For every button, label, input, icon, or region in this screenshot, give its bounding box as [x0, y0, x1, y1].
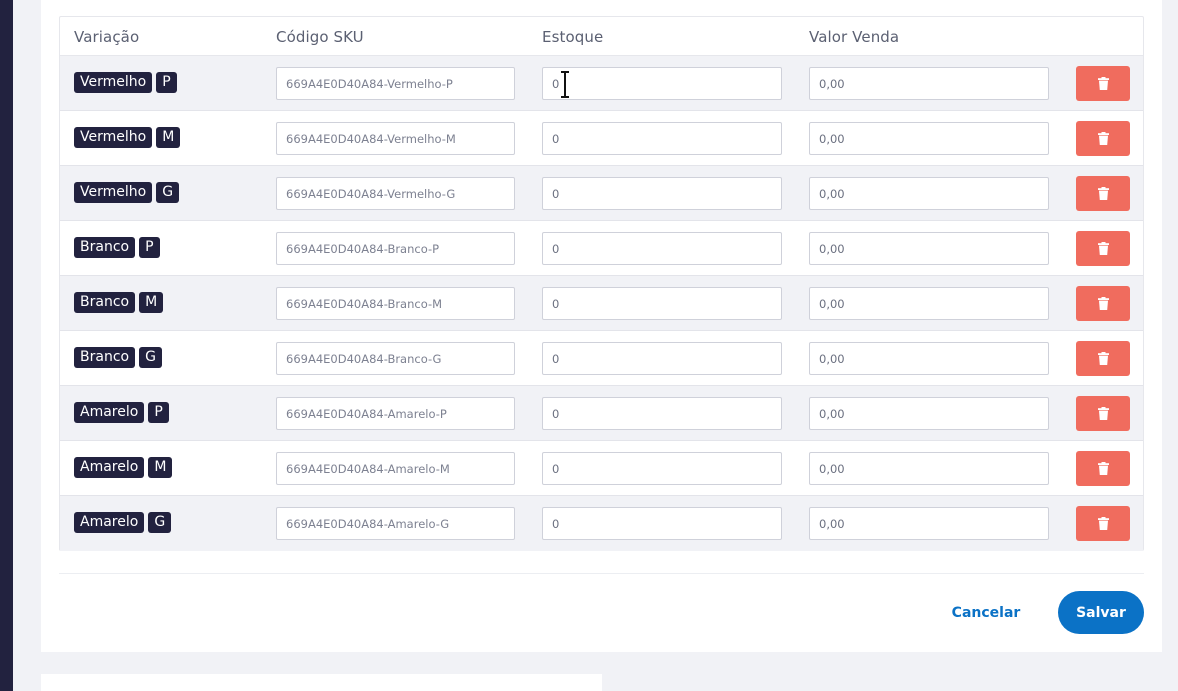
- sku-input[interactable]: [276, 287, 515, 320]
- variation-badges: Vermelho G: [74, 182, 180, 203]
- sku-input[interactable]: [276, 177, 515, 210]
- table-row: Branco G: [60, 331, 1143, 386]
- header-stock: Estoque: [542, 28, 604, 46]
- cancel-button[interactable]: Cancelar: [941, 601, 1031, 625]
- price-input[interactable]: [809, 122, 1049, 155]
- price-input[interactable]: [809, 342, 1049, 375]
- delete-variation-button[interactable]: [1076, 506, 1130, 541]
- color-badge: Vermelho: [74, 127, 153, 148]
- color-badge: Branco: [74, 347, 136, 368]
- variation-badges: Vermelho P: [74, 72, 177, 93]
- save-button[interactable]: Salvar: [1058, 591, 1144, 634]
- table-row: Branco P: [60, 221, 1143, 276]
- sku-input[interactable]: [276, 67, 515, 100]
- trash-icon: [1097, 407, 1109, 420]
- variation-badges: Amarelo M: [74, 457, 173, 478]
- price-input[interactable]: [809, 287, 1049, 320]
- table-row: Amarelo P: [60, 386, 1143, 441]
- header-sku: Código SKU: [276, 28, 364, 46]
- stock-input[interactable]: [542, 287, 782, 320]
- table-row: Amarelo G: [60, 496, 1143, 551]
- trash-icon: [1097, 297, 1109, 310]
- variation-badges: Amarelo G: [74, 512, 172, 533]
- table-row: Amarelo M: [60, 441, 1143, 496]
- size-badge: P: [139, 237, 160, 258]
- trash-icon: [1097, 187, 1109, 200]
- color-badge: Branco: [74, 237, 136, 258]
- next-card: [41, 674, 602, 691]
- variations-table: Variação Código SKU Estoque Valor Venda …: [59, 16, 1144, 551]
- color-badge: Branco: [74, 292, 136, 313]
- trash-icon: [1097, 132, 1109, 145]
- variation-badges: Amarelo P: [74, 402, 169, 423]
- delete-variation-button[interactable]: [1076, 396, 1130, 431]
- variation-badges: Branco M: [74, 292, 164, 313]
- trash-icon: [1097, 352, 1109, 365]
- price-input[interactable]: [809, 177, 1049, 210]
- table-row: Vermelho P: [60, 56, 1143, 111]
- trash-icon: [1097, 77, 1109, 90]
- price-input[interactable]: [809, 232, 1049, 265]
- variation-badges: Branco P: [74, 237, 160, 258]
- variation-badges: Vermelho M: [74, 127, 181, 148]
- color-badge: Vermelho: [74, 182, 153, 203]
- delete-variation-button[interactable]: [1076, 176, 1130, 211]
- table-header: Variação Código SKU Estoque Valor Venda: [60, 17, 1143, 56]
- stock-input[interactable]: [542, 67, 782, 100]
- table-body: Vermelho P Vermelho M Ve: [60, 56, 1143, 551]
- table-row: Vermelho G: [60, 166, 1143, 221]
- sku-input[interactable]: [276, 232, 515, 265]
- delete-variation-button[interactable]: [1076, 451, 1130, 486]
- price-input[interactable]: [809, 67, 1049, 100]
- stock-input[interactable]: [542, 452, 782, 485]
- sku-input[interactable]: [276, 507, 515, 540]
- stock-input[interactable]: [542, 507, 782, 540]
- price-input[interactable]: [809, 452, 1049, 485]
- price-input[interactable]: [809, 397, 1049, 430]
- header-variation: Variação: [74, 28, 140, 46]
- size-badge: G: [148, 512, 172, 533]
- size-badge: M: [156, 127, 181, 148]
- size-badge: G: [139, 347, 162, 368]
- size-badge: M: [148, 457, 173, 478]
- sku-input[interactable]: [276, 122, 515, 155]
- delete-variation-button[interactable]: [1076, 341, 1130, 376]
- delete-variation-button[interactable]: [1076, 286, 1130, 321]
- size-badge: P: [148, 402, 169, 423]
- stock-input[interactable]: [542, 397, 782, 430]
- stock-input[interactable]: [542, 177, 782, 210]
- sidebar-edge: [0, 0, 13, 691]
- delete-variation-button[interactable]: [1076, 66, 1130, 101]
- size-badge: P: [156, 72, 177, 93]
- delete-variation-button[interactable]: [1076, 231, 1130, 266]
- stock-input[interactable]: [542, 232, 782, 265]
- color-badge: Amarelo: [74, 457, 145, 478]
- table-row: Vermelho M: [60, 111, 1143, 166]
- trash-icon: [1097, 242, 1109, 255]
- sku-input[interactable]: [276, 452, 515, 485]
- trash-icon: [1097, 517, 1109, 530]
- stock-input[interactable]: [542, 342, 782, 375]
- sku-input[interactable]: [276, 397, 515, 430]
- table-row: Branco M: [60, 276, 1143, 331]
- size-badge: M: [139, 292, 164, 313]
- price-input[interactable]: [809, 507, 1049, 540]
- header-price: Valor Venda: [809, 28, 900, 46]
- sku-input[interactable]: [276, 342, 515, 375]
- color-badge: Vermelho: [74, 72, 153, 93]
- footer-divider: [59, 573, 1144, 574]
- stock-input[interactable]: [542, 122, 782, 155]
- size-badge: G: [156, 182, 180, 203]
- color-badge: Amarelo: [74, 512, 145, 533]
- delete-variation-button[interactable]: [1076, 121, 1130, 156]
- variation-badges: Branco G: [74, 347, 162, 368]
- trash-icon: [1097, 462, 1109, 475]
- color-badge: Amarelo: [74, 402, 145, 423]
